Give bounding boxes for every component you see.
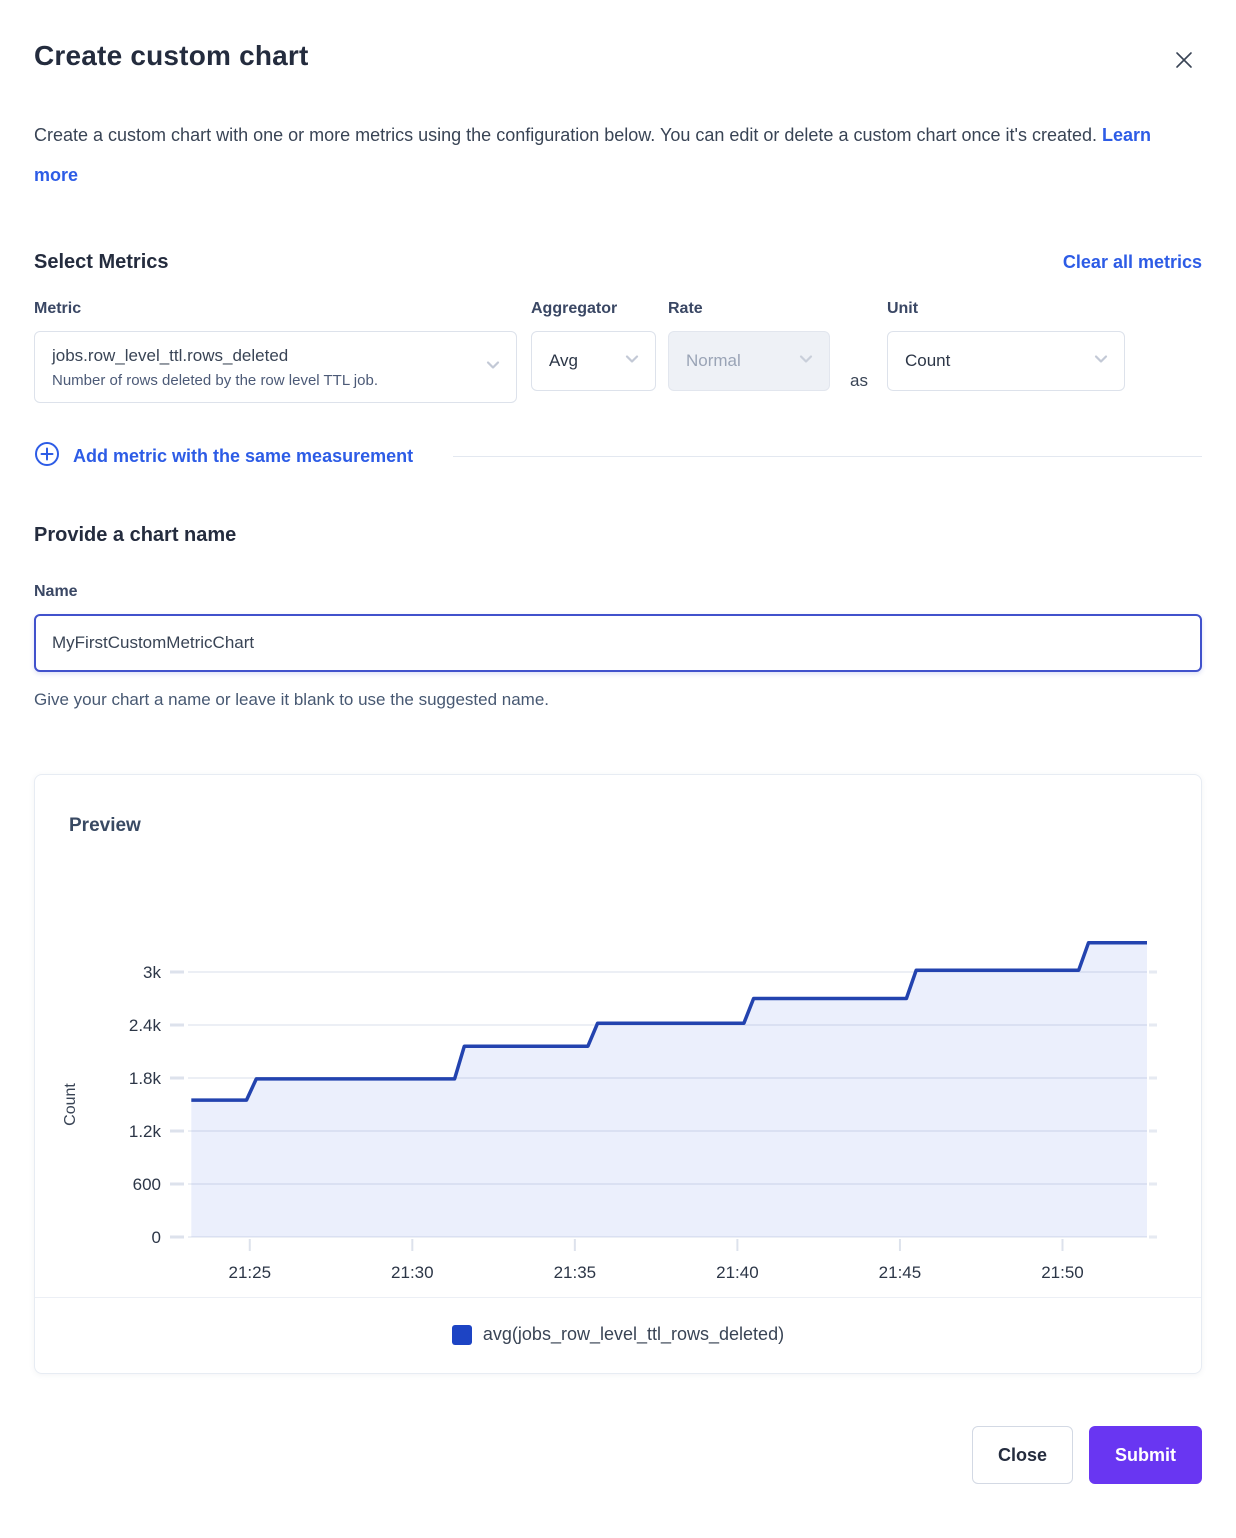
select-metrics-heading: Select Metrics [34,251,169,274]
svg-text:3k: 3k [143,963,161,982]
aggregator-label: Aggregator [531,300,656,318]
svg-text:21:35: 21:35 [554,1263,597,1282]
submit-button[interactable]: Submit [1089,1426,1202,1484]
svg-text:600: 600 [133,1175,161,1194]
select-metrics-header: Select Metrics Clear all metrics [34,251,1202,274]
divider [453,456,1202,457]
dialog-header: Create custom chart [34,40,1202,78]
aggregator-select[interactable]: Avg [531,331,656,391]
add-metric-link[interactable]: Add metric with the same measurement [34,441,413,472]
chevron-down-icon [484,356,502,379]
svg-text:21:45: 21:45 [879,1263,922,1282]
legend-label: avg(jobs_row_level_ttl_rows_deleted) [483,1324,784,1345]
metric-field: Metric jobs.row_level_ttl.rows_deleted N… [34,300,517,403]
rate-label: Rate [668,300,830,318]
rate-select: Normal [668,331,830,391]
as-label: as [850,371,868,391]
preview-card: Preview 0 600 1.2k 1.8k 2.4k 3k 21:25 21:30 21:3… [34,774,1202,1374]
name-helper-text: Give your chart a name or leave it blank… [34,690,1202,710]
unit-value: Count [905,351,950,371]
rate-value: Normal [686,351,741,371]
metric-value: jobs.row_level_ttl.rows_deleted [52,346,378,366]
chart-name-input[interactable] [34,614,1202,672]
page-title: Create custom chart [34,40,309,72]
svg-text:21:25: 21:25 [228,1263,271,1282]
metric-description: Number of rows deleted by the row level … [52,372,378,389]
aggregator-value: Avg [549,351,578,371]
add-metric-row: Add metric with the same measurement [34,441,1202,472]
svg-text:1.2k: 1.2k [129,1122,162,1141]
close-icon[interactable] [1166,42,1202,78]
metric-select-texts: jobs.row_level_ttl.rows_deleted Number o… [52,346,378,389]
clear-all-metrics-link[interactable]: Clear all metrics [1063,252,1202,273]
plus-circle-icon [34,441,60,472]
chart-legend: avg(jobs_row_level_ttl_rows_deleted) [35,1298,1201,1373]
preview-chart: 0 600 1.2k 1.8k 2.4k 3k 21:25 21:30 21:35 21:40 21… [35,897,1201,1297]
svg-text:0: 0 [152,1228,161,1247]
dialog-footer: Close Submit [34,1426,1202,1520]
metric-row: Metric jobs.row_level_ttl.rows_deleted N… [34,300,1202,403]
svg-text:Count: Count [62,1083,79,1126]
svg-text:1.8k: 1.8k [129,1069,162,1088]
dialog-description: Create a custom chart with one or more m… [34,116,1194,195]
rate-field: Rate Normal [668,300,830,391]
name-label: Name [34,583,1202,601]
metric-select[interactable]: jobs.row_level_ttl.rows_deleted Number o… [34,331,517,403]
chevron-down-icon [623,350,641,373]
svg-text:21:30: 21:30 [391,1263,434,1282]
add-metric-label: Add metric with the same measurement [73,446,413,467]
svg-text:21:50: 21:50 [1041,1263,1084,1282]
unit-select[interactable]: Count [887,331,1125,391]
description-text: Create a custom chart with one or more m… [34,125,1097,145]
chevron-down-icon [1092,350,1110,373]
unit-label: Unit [887,300,1125,318]
preview-heading: Preview [69,815,1201,837]
chart-name-heading: Provide a chart name [34,524,1202,547]
chevron-down-icon [797,350,815,373]
svg-text:2.4k: 2.4k [129,1016,162,1035]
metric-label: Metric [34,300,517,318]
aggregator-field: Aggregator Avg [531,300,656,391]
create-custom-chart-dialog: Create custom chart Create a custom char… [0,0,1236,1520]
svg-text:21:40: 21:40 [716,1263,759,1282]
legend-swatch [452,1325,472,1345]
unit-field: Unit Count [887,300,1125,391]
close-button[interactable]: Close [972,1426,1073,1484]
